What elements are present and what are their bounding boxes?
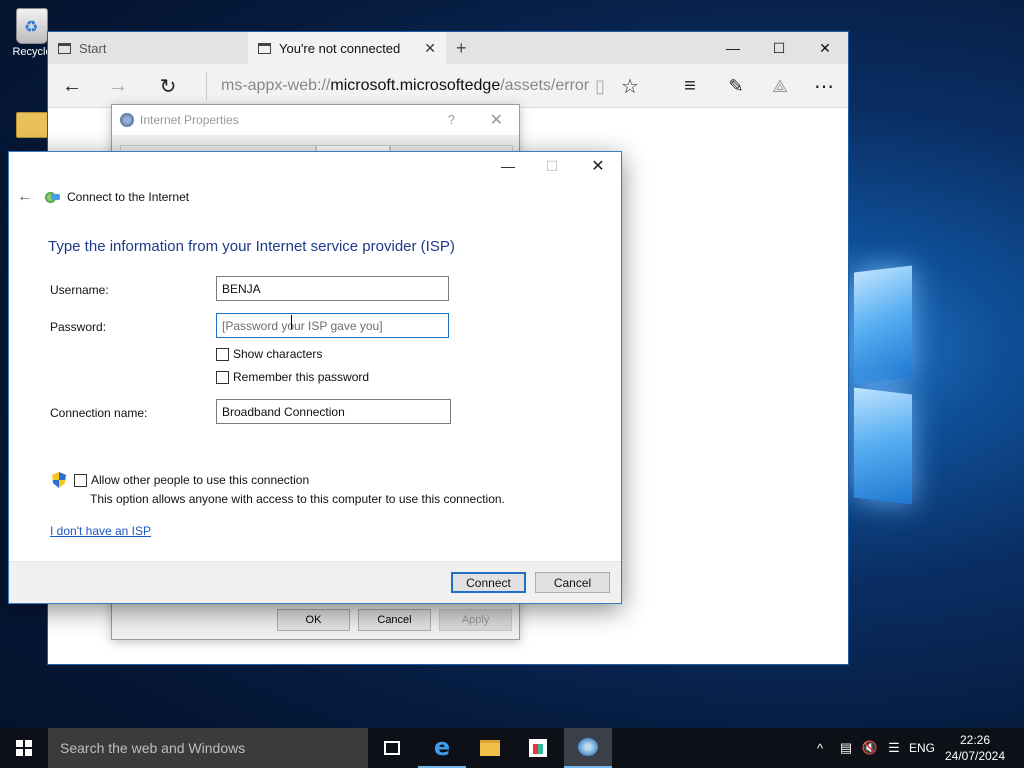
show-hidden-icons-chevron-icon[interactable]: ^ — [808, 728, 832, 768]
instruction-heading: Type the information from your Internet … — [48, 238, 455, 255]
web-note-icon[interactable]: ✎ — [714, 64, 758, 108]
file-explorer-icon — [480, 740, 500, 756]
help-button[interactable]: ? — [448, 112, 455, 127]
notifications-icon[interactable]: ☰ — [882, 728, 906, 768]
forward-button[interactable]: → — [96, 64, 140, 108]
show-characters-label: Show characters — [233, 347, 323, 361]
taskbar-file-explorer[interactable] — [466, 728, 514, 768]
tab-start[interactable]: Start — [48, 32, 246, 64]
back-button[interactable]: ← — [50, 64, 94, 108]
page-icon — [258, 42, 271, 54]
tab-label: You're not connected — [279, 40, 401, 56]
allow-others-description: This option allows anyone with access to… — [90, 492, 505, 506]
address-host: microsoft.microsoftedge — [330, 77, 501, 94]
no-isp-link[interactable]: I don't have an ISP — [50, 524, 151, 538]
task-view-icon — [384, 741, 400, 755]
action-center-icon[interactable]: ▤ — [834, 728, 858, 768]
password-field[interactable] — [216, 313, 449, 338]
text-cursor-icon — [291, 315, 293, 329]
close-button[interactable]: ✕ — [575, 152, 621, 180]
edge-toolbar: ← → ↻ ms-appx-web://microsoft.microsofte… — [48, 64, 848, 108]
refresh-button[interactable]: ↻ — [146, 64, 190, 108]
logo-pane-lower — [854, 387, 912, 505]
more-icon[interactable]: ⋯ — [802, 64, 846, 108]
wizard-title-text: Connect to the Internet — [67, 190, 190, 204]
recycle-bin-icon — [16, 8, 48, 44]
windows-start-icon — [16, 740, 32, 756]
close-icon[interactable]: ✕ — [490, 110, 503, 130]
username-field[interactable] — [216, 276, 449, 301]
remember-password-checkbox[interactable]: Remember this password — [216, 370, 369, 384]
password-label: Password: — [50, 320, 107, 334]
favorite-star-icon[interactable]: ☆ — [608, 64, 652, 108]
close-tab-icon[interactable]: ✕ — [424, 40, 436, 57]
dialog-footer: Connect Cancel — [9, 561, 621, 603]
cancel-button[interactable]: Cancel — [535, 572, 610, 593]
connect-to-internet-dialog: — ☐ ✕ ← Connect to the Internet Type the… — [8, 151, 622, 604]
hub-icon[interactable]: ≡ — [668, 64, 712, 108]
close-window-button[interactable]: ✕ — [802, 32, 848, 64]
apply-button[interactable]: Apply — [439, 609, 512, 631]
edge-tab-bar: Start You're not connected ✕ + — ☐ ✕ — [48, 32, 848, 64]
remember-password-label: Remember this password — [233, 370, 370, 384]
page-icon — [58, 42, 71, 54]
internet-options-icon — [120, 113, 134, 127]
network-connection-icon — [578, 738, 598, 756]
start-button[interactable] — [0, 728, 48, 768]
allow-others-checkbox[interactable]: Allow other people to use this connectio… — [74, 473, 309, 487]
show-characters-checkbox[interactable]: Show characters — [216, 347, 322, 361]
internet-properties-title: Internet Properties — [140, 113, 239, 127]
language-indicator[interactable]: ENG — [904, 728, 940, 768]
share-icon[interactable]: ⟁ — [758, 64, 802, 108]
task-view-button[interactable] — [368, 728, 416, 768]
uac-shield-icon — [52, 472, 66, 488]
connection-name-label: Connection name: — [50, 406, 148, 420]
internet-properties-titlebar: Internet Properties ? ✕ — [112, 105, 519, 135]
ok-button[interactable]: OK — [277, 609, 350, 631]
tab-label: Start — [79, 40, 107, 56]
logo-pane-upper — [854, 265, 912, 385]
checkbox-box[interactable] — [216, 370, 229, 384]
maximize-button[interactable]: ☐ — [529, 152, 575, 180]
username-label: Username: — [50, 283, 109, 297]
clock-time: 22:26 — [959, 733, 991, 747]
taskbar-network-wizard[interactable] — [564, 728, 612, 768]
new-tab-button[interactable]: + — [456, 38, 467, 59]
connection-name-field[interactable] — [216, 399, 451, 424]
taskbar-search-box[interactable]: Search the web and Windows — [48, 728, 368, 768]
windows-logo-wallpaper — [848, 225, 1024, 525]
cancel-button[interactable]: Cancel — [358, 609, 431, 631]
edge-icon: e — [433, 733, 451, 761]
taskbar-store[interactable] — [514, 728, 562, 768]
system-clock[interactable]: 22:26 24/07/2024 — [940, 732, 1010, 764]
checkbox-box[interactable] — [74, 473, 87, 487]
taskbar: Search the web and Windows e ^ ▤ 🔇 ☰ ENG… — [0, 728, 1024, 768]
allow-others-label: Allow other people to use this connectio… — [91, 473, 310, 487]
back-arrow-icon[interactable]: ← — [17, 188, 33, 206]
address-path: /assets/error — [500, 77, 590, 94]
minimize-button[interactable]: — — [710, 32, 756, 64]
network-globe-icon — [45, 191, 61, 203]
address-scheme: ms-appx-web:// — [221, 77, 331, 94]
store-icon — [529, 739, 547, 757]
folder-icon — [16, 112, 48, 138]
taskbar-edge[interactable]: e — [418, 728, 466, 768]
volume-muted-icon[interactable]: 🔇 — [858, 728, 882, 768]
minimize-button[interactable]: — — [485, 152, 531, 180]
clock-date: 24/07/2024 — [944, 749, 1006, 763]
connect-button[interactable]: Connect — [451, 572, 526, 593]
checkbox-box[interactable] — [216, 347, 229, 361]
maximize-button[interactable]: ☐ — [756, 32, 802, 64]
recycle-bin-label: Recycle — [12, 46, 52, 58]
wizard-title: Connect to the Internet — [45, 190, 189, 204]
tab-not-connected[interactable]: You're not connected ✕ — [248, 32, 446, 64]
